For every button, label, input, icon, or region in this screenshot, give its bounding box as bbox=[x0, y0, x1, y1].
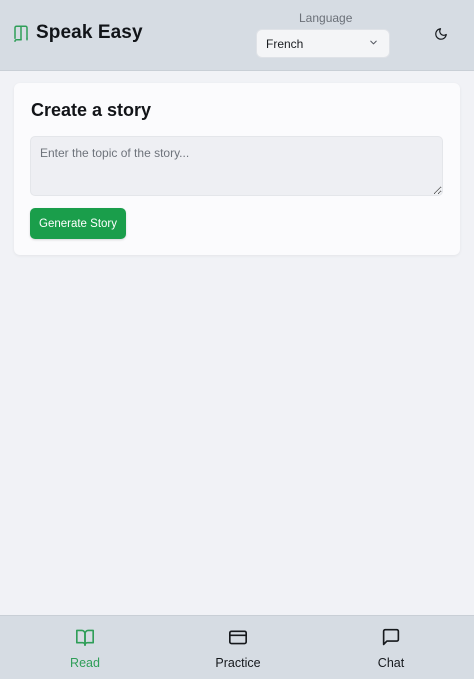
language-select[interactable]: French bbox=[256, 29, 390, 58]
moon-icon bbox=[434, 27, 448, 46]
create-story-card: Create a story Generate Story bbox=[14, 83, 460, 255]
story-topic-input[interactable] bbox=[30, 136, 443, 196]
language-selected-value: French bbox=[266, 36, 304, 51]
app-root: Speak Easy Language French Create a stor… bbox=[0, 0, 474, 679]
card-icon bbox=[228, 628, 248, 651]
chat-bubble-icon bbox=[381, 628, 401, 651]
nav-label-read: Read bbox=[70, 656, 100, 670]
nav-item-chat[interactable]: Chat bbox=[346, 628, 436, 670]
book-icon bbox=[75, 628, 95, 651]
chevron-down-icon bbox=[368, 35, 379, 53]
language-label: Language bbox=[299, 11, 353, 25]
nav-label-chat: Chat bbox=[377, 656, 405, 670]
nav-item-practice[interactable]: Practice bbox=[193, 628, 283, 670]
nav-label-practice: Practice bbox=[215, 656, 261, 670]
book-open-icon bbox=[12, 24, 30, 42]
card-title: Create a story bbox=[31, 100, 152, 120]
app-title: Speak Easy bbox=[36, 22, 143, 43]
brand[interactable]: Speak Easy bbox=[12, 22, 143, 44]
bottom-nav: Read Practice Chat bbox=[0, 615, 474, 679]
generate-story-button[interactable]: Generate Story bbox=[30, 208, 126, 239]
theme-toggle-button[interactable] bbox=[430, 25, 452, 47]
nav-item-read[interactable]: Read bbox=[40, 628, 130, 670]
header-bar: Speak Easy Language French bbox=[0, 0, 474, 71]
